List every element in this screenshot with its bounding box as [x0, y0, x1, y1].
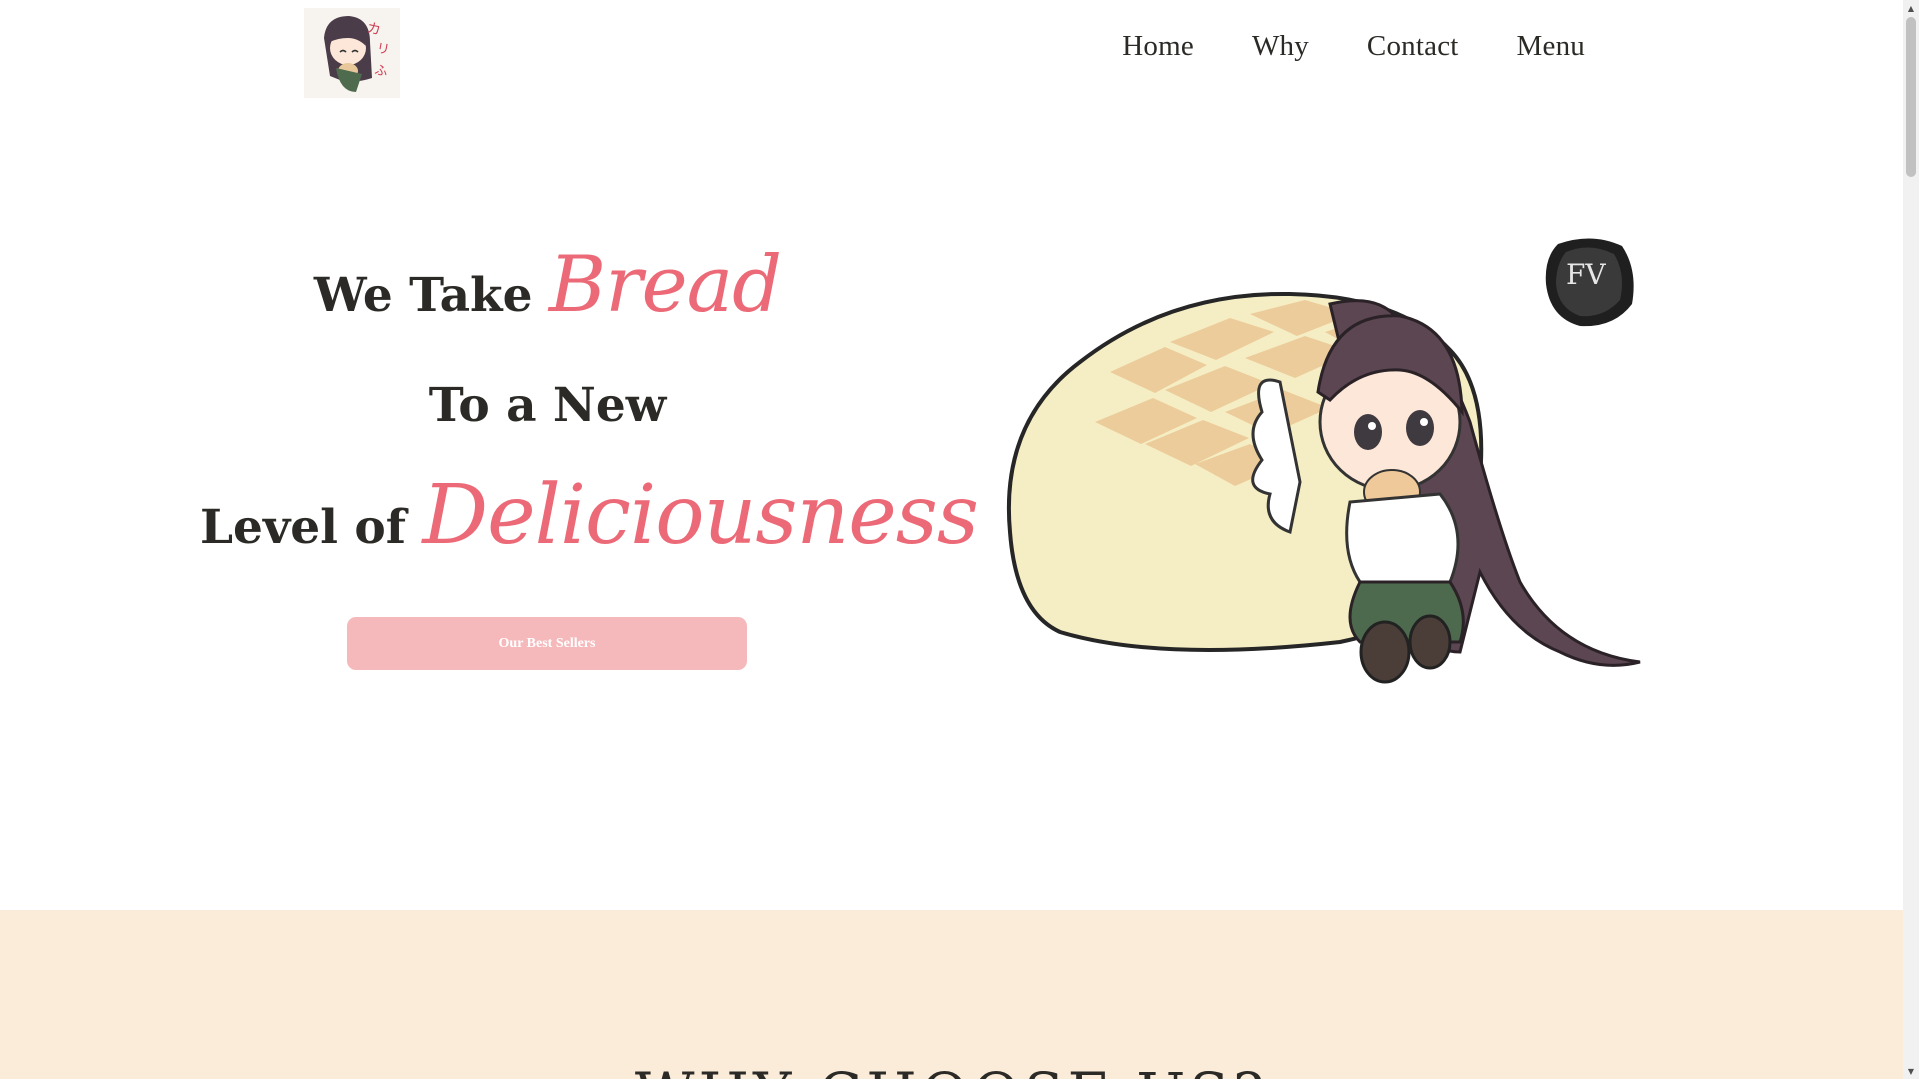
hero-script-deliciousness: Deliciousness	[422, 468, 979, 563]
nav-why-link[interactable]: Why	[1252, 30, 1309, 63]
hero-line3-prefix: Level of	[200, 500, 406, 555]
fv-badge: FV	[1540, 232, 1640, 332]
scroll-down-arrow-icon[interactable]: ▼	[1903, 1063, 1919, 1079]
logo[interactable]: カ リ ふ	[304, 8, 400, 98]
hero-script-bread: Bread	[548, 240, 782, 330]
why-title: WHY CHOOSE US?	[0, 1060, 1903, 1079]
hero-headline: We Take Bread To a New Level of Deliciou…	[200, 230, 979, 583]
hero-line1-prefix: We Take	[313, 268, 533, 323]
scroll-up-arrow-icon[interactable]: ▲	[1903, 0, 1919, 16]
page: カ リ ふ Home Why Contact Menu We Take Brea…	[0, 0, 1903, 1079]
fv-stamp-icon: FV	[1545, 238, 1634, 327]
badge-text: FV	[1566, 258, 1606, 291]
svg-text:ふ: ふ	[373, 63, 388, 80]
nav-home-link[interactable]: Home	[1122, 30, 1194, 63]
chibi-logo-icon: カ リ ふ	[304, 8, 400, 98]
vertical-scrollbar[interactable]: ▲ ▼	[1903, 0, 1919, 1079]
hero-line-1: We Take Bread	[200, 230, 895, 351]
main-nav: Home Why Contact Menu	[1064, 30, 1585, 63]
scrollbar-thumb[interactable]	[1906, 17, 1916, 177]
nav-menu-link[interactable]: Menu	[1517, 30, 1585, 63]
svg-text:リ: リ	[375, 41, 390, 58]
best-sellers-button[interactable]: Our Best Sellers	[347, 617, 747, 670]
why-section: WHY CHOOSE US?	[0, 910, 1903, 1079]
hero-line-3: Level of Deliciousness	[200, 461, 979, 583]
nav-contact-link[interactable]: Contact	[1367, 30, 1459, 63]
hero-line-2: To a New	[428, 378, 667, 433]
